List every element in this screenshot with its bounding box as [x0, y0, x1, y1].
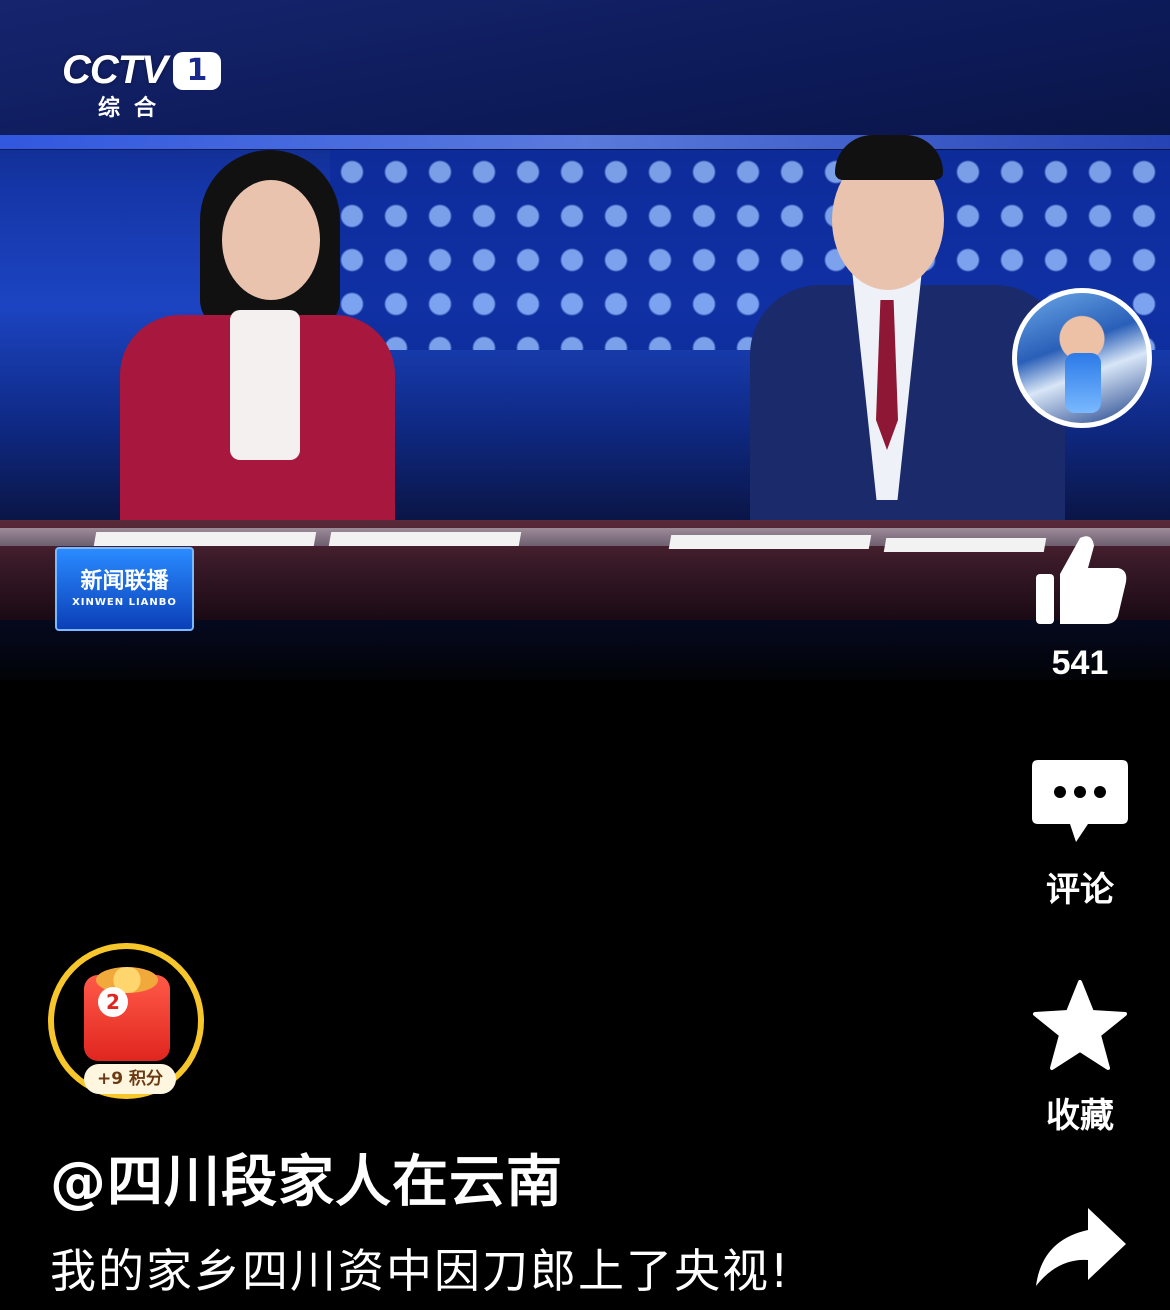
- like-count: 541: [1051, 644, 1109, 682]
- thumbs-up-icon: [1036, 536, 1127, 624]
- share-arrow-icon: [1036, 1208, 1126, 1286]
- favorite-button[interactable]: 收藏: [1020, 978, 1140, 1137]
- program-title-en: XINWEN LIANBO: [72, 597, 177, 608]
- channel-number: 1: [172, 51, 221, 90]
- author-avatar[interactable]: [1012, 288, 1152, 428]
- reward-points-text: +9 积分: [84, 1064, 176, 1094]
- desk-paper: [328, 532, 522, 546]
- reward-points-badge[interactable]: 2 +9 积分: [48, 943, 204, 1099]
- channel-logo: CCTV 1: [62, 48, 221, 93]
- program-title-cn: 新闻联播: [80, 569, 169, 594]
- video-player[interactable]: CCTV 1 综合 新闻联播 XINWEN LIANBO: [0, 0, 1170, 680]
- reward-multiplier: 2: [98, 987, 128, 1017]
- comment-bubble-icon: [1032, 760, 1128, 842]
- red-envelope-icon: [84, 967, 170, 1061]
- favorite-label: 收藏: [1046, 1096, 1114, 1136]
- author-name[interactable]: @四川段家人在云南: [50, 1137, 563, 1218]
- comment-label: 评论: [1046, 870, 1114, 910]
- desk-paper: [668, 535, 872, 549]
- channel-subtitle: 综合: [98, 96, 171, 121]
- program-badge: 新闻联播 XINWEN LIANBO: [55, 547, 194, 631]
- comment-button[interactable]: 评论: [1020, 756, 1140, 911]
- channel-logo-text: CCTV: [62, 48, 168, 92]
- share-button[interactable]: [1020, 1200, 1140, 1304]
- desk-paper: [93, 532, 317, 546]
- post-description: 我的家乡四川资中因刀郎上了央视!: [50, 1244, 791, 1298]
- like-button[interactable]: 541: [1020, 530, 1140, 683]
- star-icon: [1033, 980, 1127, 1070]
